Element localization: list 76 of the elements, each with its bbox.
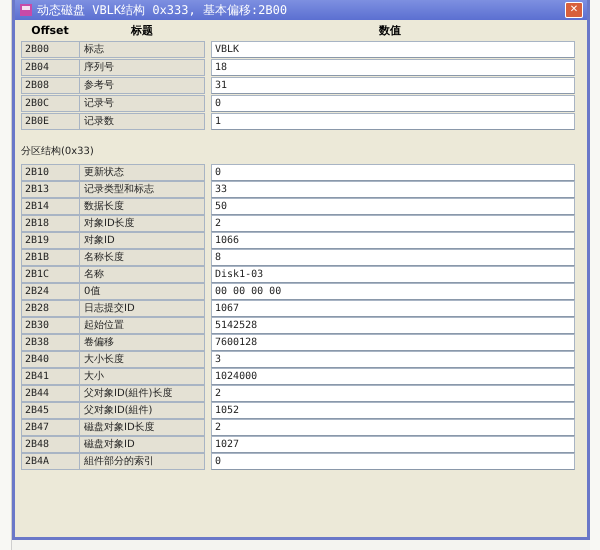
value-field[interactable]: 1024000 <box>211 368 575 385</box>
field-name-cell: 0值 <box>80 284 204 299</box>
value-field[interactable]: 0 <box>211 95 575 112</box>
field-name-cell: 名称长度 <box>80 250 204 265</box>
value-field[interactable]: 2 <box>211 385 575 402</box>
field-name-cell: 记录号 <box>80 96 204 111</box>
field-name-cell: 日志提交ID <box>80 301 204 316</box>
field-name-cell: 磁盘对象ID长度 <box>80 420 204 435</box>
offset-cell: 2B08 <box>22 78 80 93</box>
offset-cell: 2B1C <box>22 267 80 282</box>
column-header: 标题 <box>130 22 154 39</box>
field-name-cell: 卷偏移 <box>80 335 204 350</box>
offset-cell: 2B14 <box>22 199 80 214</box>
field-name-cell: 更新状态 <box>80 165 204 180</box>
field-name-cell: 标志 <box>80 42 204 57</box>
field-name-cell: 对象ID长度 <box>80 216 204 231</box>
section-title: 分区结构(0x33) <box>21 144 95 159</box>
field-name-cell: 记录数 <box>80 114 204 129</box>
value-field[interactable]: 31 <box>211 77 575 94</box>
offset-cell: 2B18 <box>22 216 80 231</box>
value-field[interactable]: 00 00 00 00 <box>211 283 575 300</box>
value-field[interactable]: 3 <box>211 351 575 368</box>
offset-cell: 2B28 <box>22 301 80 316</box>
value-field[interactable]: 1066 <box>211 232 575 249</box>
field-name-cell: 名称 <box>80 267 204 282</box>
offset-cell: 2B47 <box>22 420 80 435</box>
offset-cell: 2B45 <box>22 403 80 418</box>
value-field[interactable]: 33 <box>211 181 575 198</box>
value-field[interactable]: 0 <box>211 453 575 470</box>
field-name-cell: 大小长度 <box>80 352 204 367</box>
field-name-cell: 序列号 <box>80 60 204 75</box>
column-header: 数值 <box>378 22 402 39</box>
app-icon <box>19 3 33 17</box>
offset-cell: 2B00 <box>22 42 80 57</box>
value-field[interactable]: VBLK <box>211 41 575 58</box>
offset-cell: 2B0E <box>22 114 80 129</box>
value-field[interactable]: 18 <box>211 59 575 76</box>
offset-cell: 2B24 <box>22 284 80 299</box>
offset-cell: 2B41 <box>22 369 80 384</box>
offset-cell: 2B19 <box>22 233 80 248</box>
field-name-cell: 起始位置 <box>80 318 204 333</box>
value-field[interactable]: 0 <box>211 164 575 181</box>
value-field[interactable]: 2 <box>211 215 575 232</box>
offset-cell: 2B0C <box>22 96 80 111</box>
value-field[interactable]: 2 <box>211 419 575 436</box>
offset-cell: 2B38 <box>22 335 80 350</box>
field-name-cell: 父对象ID(組件) <box>80 403 204 418</box>
column-header: Offset <box>30 22 70 39</box>
field-name-cell: 組件部分的索引 <box>80 454 204 469</box>
value-field[interactable]: 1 <box>211 113 575 130</box>
offset-cell: 2B13 <box>22 182 80 197</box>
field-name-cell: 参考号 <box>80 78 204 93</box>
window-title: 动态磁盘 VBLK结构 0x333, 基本偏移:2B00 <box>37 2 288 19</box>
value-field[interactable]: Disk1-03 <box>211 266 575 283</box>
value-field[interactable]: 50 <box>211 198 575 215</box>
value-field[interactable]: 8 <box>211 249 575 266</box>
value-field[interactable]: 1052 <box>211 402 575 419</box>
close-button[interactable]: ✕ <box>565 2 583 18</box>
value-field[interactable]: 1067 <box>211 300 575 317</box>
offset-cell: 2B4A <box>22 454 80 469</box>
value-field[interactable]: 1027 <box>211 436 575 453</box>
offset-cell: 2B40 <box>22 352 80 367</box>
offset-cell: 2B1B <box>22 250 80 265</box>
field-name-cell: 大小 <box>80 369 204 384</box>
value-field[interactable]: 5142528 <box>211 317 575 334</box>
field-name-cell: 对象ID <box>80 233 204 248</box>
offset-cell: 2B44 <box>22 386 80 401</box>
offset-cell: 2B04 <box>22 60 80 75</box>
offset-cell: 2B10 <box>22 165 80 180</box>
field-name-cell: 数据长度 <box>80 199 204 214</box>
field-name-cell: 磁盘对象ID <box>80 437 204 452</box>
field-name-cell: 记录类型和标志 <box>80 182 204 197</box>
value-field[interactable]: 7600128 <box>211 334 575 351</box>
offset-cell: 2B48 <box>22 437 80 452</box>
offset-cell: 2B30 <box>22 318 80 333</box>
field-name-cell: 父对象ID(組件)长度 <box>80 386 204 401</box>
